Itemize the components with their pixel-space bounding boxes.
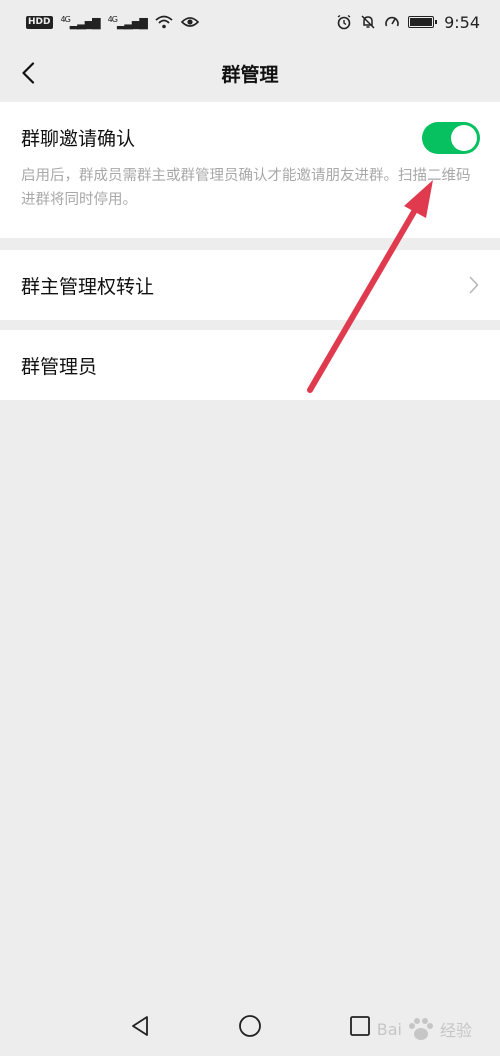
chevron-right-icon: [469, 276, 479, 294]
transfer-owner-row[interactable]: 群主管理权转让: [0, 250, 500, 320]
transfer-owner-label: 群主管理权转让: [21, 275, 155, 298]
nav-home-key[interactable]: [230, 1006, 270, 1046]
circle-home-icon: [239, 1015, 261, 1037]
toggle-knob: [451, 125, 477, 151]
battery-icon: [408, 16, 438, 28]
chevron-left-icon: [22, 62, 35, 84]
signal-icon-1: 4G▂▃▅▇: [60, 14, 101, 30]
invite-confirm-description: 启用后，群成员需群主或群管理员确认才能邀请朋友进群。扫描二维码进群将同时停用。: [21, 168, 471, 208]
bell-muted-icon: [361, 15, 375, 29]
status-bar-left: HDD 4G▂▃▅▇ 4G▂▃▅▇: [26, 14, 199, 30]
nav-back-key[interactable]: [120, 1006, 160, 1046]
wifi-icon: [155, 15, 173, 29]
eye-icon: [180, 17, 199, 27]
nav-bar: 群管理: [0, 44, 500, 102]
admins-row[interactable]: 群管理员: [0, 330, 500, 400]
triangle-back-icon: [132, 1016, 148, 1036]
hd-badge: HDD: [26, 15, 53, 29]
paw-logo-icon: [408, 1018, 433, 1040]
status-time: 9:54: [444, 12, 480, 32]
invite-confirm-toggle[interactable]: [422, 122, 480, 154]
admins-label: 群管理员: [21, 355, 98, 378]
alarm-icon: [337, 14, 351, 30]
status-bar: HDD 4G▂▃▅▇ 4G▂▃▅▇ 9:54: [0, 0, 500, 44]
invite-confirm-section: 群聊邀请确认 启用后，群成员需群主或群管理员确认才能邀请朋友进群。扫描二维码进群…: [0, 102, 500, 238]
invite-confirm-title: 群聊邀请确认: [21, 128, 136, 150]
square-recents-icon: [350, 1016, 370, 1036]
watermark: Bai 经验: [377, 1016, 472, 1042]
signal-icon-2: 4G▂▃▅▇: [107, 14, 148, 30]
status-bar-right: 9:54: [336, 13, 480, 32]
watermark-text-a: Bai: [376, 1019, 402, 1039]
back-button[interactable]: [12, 57, 44, 89]
nav-recents-key[interactable]: [340, 1006, 380, 1046]
watermark-text-b: 经验: [439, 1021, 472, 1040]
page-title: 群管理: [221, 63, 279, 86]
speed-gauge-icon: [385, 16, 399, 27]
